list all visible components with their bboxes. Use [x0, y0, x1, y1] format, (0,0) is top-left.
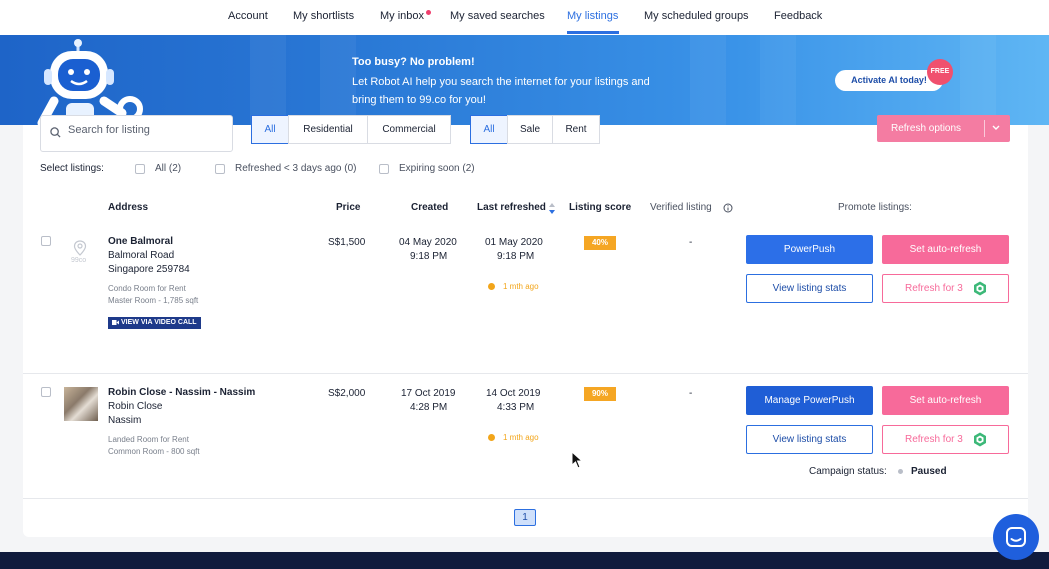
hex-coin-icon	[974, 432, 986, 447]
nav-account[interactable]: Account	[228, 10, 268, 22]
filter-type-all[interactable]: All	[251, 115, 289, 144]
chat-launcher-button[interactable]	[993, 514, 1039, 560]
listing-2-price: S$2,000	[328, 388, 366, 399]
listing-2-score: 90%	[584, 387, 616, 401]
campaign-status-label: Campaign status:	[809, 466, 887, 477]
listing-1-verified: -	[689, 237, 693, 248]
listing-1-ago: 1 mth ago	[503, 282, 539, 291]
listing-1-type: Condo Room for Rent	[108, 284, 186, 293]
select-refreshed-label: Refreshed < 3 days ago (0)	[235, 163, 357, 174]
page-1-button[interactable]: 1	[514, 509, 536, 526]
listing-2-city: Nassim	[108, 415, 142, 426]
listing-2-ago: 1 mth ago	[503, 433, 539, 442]
select-refreshed-checkbox[interactable]	[215, 164, 225, 174]
select-listings-label: Select listings:	[40, 163, 104, 174]
promo-banner: Too busy? No problem! Let Robot AI help …	[0, 35, 1049, 125]
col-price: Price	[336, 202, 361, 213]
mouse-cursor-icon	[571, 451, 583, 469]
nav-saved-searches[interactable]: My saved searches	[450, 10, 545, 22]
listing-2-type: Landed Room for Rent	[108, 435, 189, 444]
nav-shortlists[interactable]: My shortlists	[293, 10, 354, 22]
refresh-warning-dot	[488, 283, 495, 290]
row-2-checkbox[interactable]	[41, 387, 51, 397]
listing-search	[40, 115, 233, 152]
refresh-options-label: Refresh options	[891, 123, 962, 134]
video-icon	[112, 319, 119, 325]
listing-1-street: Balmoral Road	[108, 250, 175, 261]
listing-2-street: Robin Close	[108, 401, 163, 412]
page-footer	[0, 552, 1049, 569]
listing-1-room: Master Room - 1,785 sqft	[108, 296, 199, 305]
listing-2-refreshed-time: 4:33 PM	[497, 402, 535, 413]
hex-coin-icon	[974, 281, 986, 296]
top-nav: Account My shortlists My inbox My saved …	[0, 0, 1049, 35]
auto-refresh-button[interactable]: Set auto-refresh	[882, 235, 1009, 264]
auto-refresh-button[interactable]: Set auto-refresh	[882, 386, 1009, 415]
listing-1-refreshed-time: 9:18 PM	[497, 251, 535, 262]
listing-2-created-time: 4:28 PM	[410, 402, 448, 413]
info-icon[interactable]	[723, 203, 733, 213]
video-call-badge[interactable]: VIEW VIA VIDEO CALL	[108, 317, 201, 329]
filter-mode-all[interactable]: All	[470, 115, 508, 144]
refresh-for-credits-label: Refresh for 3	[905, 283, 963, 294]
chat-icon	[1006, 527, 1026, 547]
refresh-for-credits-button[interactable]: Refresh for 3	[882, 274, 1009, 303]
nav-active-underline	[567, 31, 619, 34]
listing-1-city: Singapore 259784	[108, 264, 190, 275]
campaign-status-dot	[898, 469, 903, 474]
listing-2-room: Common Room - 800 sqft	[108, 447, 200, 456]
campaign-status-value: Paused	[911, 466, 947, 477]
nav-scheduled-groups[interactable]: My scheduled groups	[644, 10, 749, 22]
listing-2-thumbnail[interactable]	[64, 387, 98, 421]
view-stats-button[interactable]: View listing stats	[746, 274, 873, 303]
row-1-checkbox[interactable]	[41, 236, 51, 246]
select-all-checkbox[interactable]	[135, 164, 145, 174]
listing-1-score: 40%	[584, 236, 616, 250]
listing-2-verified: -	[689, 388, 693, 399]
robot-mascot-icon	[37, 39, 143, 125]
listing-2-created-date: 17 Oct 2019	[401, 388, 456, 399]
listing-placeholder-logo: 99co	[71, 257, 87, 264]
view-stats-button[interactable]: View listing stats	[746, 425, 873, 454]
free-badge: FREE	[927, 59, 953, 85]
listing-1-refreshed-date: 01 May 2020	[485, 237, 543, 248]
listing-1-title[interactable]: One Balmoral	[108, 236, 173, 247]
location-pin-icon	[73, 240, 87, 256]
nav-feedback[interactable]: Feedback	[774, 10, 822, 22]
col-created: Created	[411, 202, 449, 213]
filter-mode-sale[interactable]: Sale	[507, 115, 553, 144]
listing-2-refreshed-date: 14 Oct 2019	[486, 388, 541, 399]
listing-1-created-date: 04 May 2020	[399, 237, 457, 248]
filter-type-residential[interactable]: Residential	[288, 115, 368, 144]
refresh-for-credits-label: Refresh for 3	[905, 434, 963, 445]
nav-my-listings[interactable]: My listings	[567, 10, 618, 22]
select-expiring-label: Expiring soon (2)	[399, 163, 475, 174]
powerpush-button[interactable]: PowerPush	[746, 235, 873, 264]
banner-text: Let Robot AI help you search the interne…	[352, 76, 650, 106]
col-listing-score: Listing score	[569, 202, 632, 213]
filter-mode-rent[interactable]: Rent	[552, 115, 600, 144]
inbox-unread-dot	[426, 10, 431, 15]
refresh-for-credits-button[interactable]: Refresh for 3	[882, 425, 1009, 454]
nav-inbox[interactable]: My inbox	[380, 10, 424, 22]
manage-powerpush-button[interactable]: Manage PowerPush	[746, 386, 873, 415]
listing-1-created-time: 9:18 PM	[410, 251, 448, 262]
search-input[interactable]	[68, 124, 218, 136]
search-icon	[50, 127, 61, 138]
video-call-label: VIEW VIA VIDEO CALL	[121, 319, 197, 326]
col-last-refreshed[interactable]: Last refreshed	[477, 202, 546, 213]
refresh-options-button[interactable]: Refresh options	[877, 115, 1010, 142]
filter-type-commercial[interactable]: Commercial	[367, 115, 451, 144]
col-promote: Promote listings:	[838, 202, 912, 213]
refresh-warning-dot	[488, 434, 495, 441]
sort-icon[interactable]	[548, 203, 556, 214]
listing-2-title[interactable]: Robin Close - Nassim - Nassim	[108, 387, 255, 398]
col-verified: Verified listing	[650, 202, 712, 213]
chevron-down-icon[interactable]	[991, 123, 1001, 133]
listing-1-price: S$1,500	[328, 237, 366, 248]
banner-title: Too busy? No problem!	[352, 56, 475, 68]
select-all-label: All (2)	[155, 163, 182, 174]
col-address: Address	[108, 202, 149, 213]
select-expiring-checkbox[interactable]	[379, 164, 389, 174]
